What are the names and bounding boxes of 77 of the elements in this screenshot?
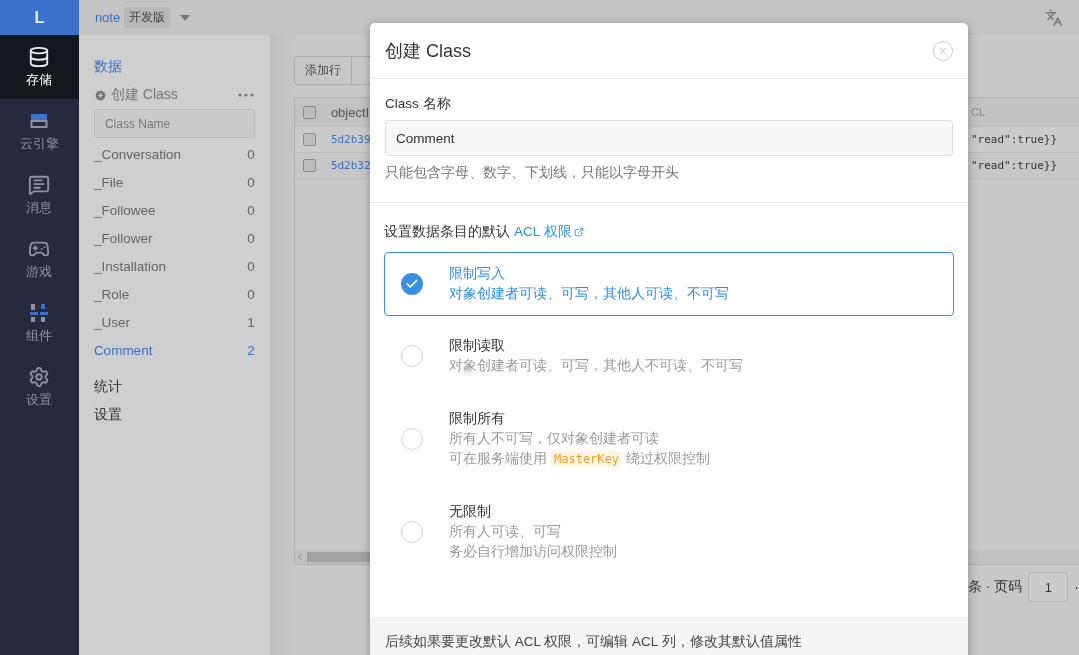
create-class-link[interactable]: 创建 Class (93, 86, 178, 104)
check-icon (405, 277, 419, 291)
nav-item[interactable]: 设置 (0, 355, 79, 419)
option-description: 对象创建者可读、可写，其他人不可读、不可写 (449, 357, 743, 375)
sidebar-link[interactable]: 统计 (93, 373, 255, 401)
caret-icon[interactable] (180, 14, 191, 21)
project-name[interactable]: note (94, 10, 121, 25)
class-count: 0 (247, 174, 255, 190)
class-count: 2 (247, 342, 255, 358)
acl-option[interactable]: 限制读取 对象创建者可读、可写，其他人不可读、不可写 (384, 324, 954, 388)
class-count: 1 (247, 314, 255, 330)
pager-label: 条 · 页码 (967, 578, 1023, 596)
app-logo: L (0, 0, 79, 35)
checkbox[interactable] (303, 133, 317, 146)
name-input[interactable]: Comment (385, 120, 953, 156)
radio[interactable] (401, 428, 423, 450)
class-name[interactable]: _Role (93, 286, 130, 302)
option-title: 限制写入 (449, 265, 506, 283)
option-description: 对象创建者可读、可写，其他人可读、不可写 (449, 285, 729, 303)
option-title: 限制所有 (449, 410, 506, 428)
dialog-title: 创建 Class (385, 39, 471, 63)
field-label: Class 名称 (385, 95, 452, 113)
acl-option[interactable]: 限制写入 对象创建者可读、可写，其他人可读、不可写 (384, 252, 954, 316)
acl-option[interactable]: 限制所有 所有人不可写，仅对象创建者可读 可在服务端使用 MasterKey 绕过权限控制 (384, 397, 954, 481)
class-name[interactable]: _Conversation (93, 146, 181, 162)
dialog-footer-note: 后续如果要更改默认 ACL 权限，可编辑 ACL 列，修改其默认值属性 (370, 617, 968, 655)
class-count: 0 (247, 286, 255, 302)
section-heading: 数据 (93, 57, 123, 76)
nav-item[interactable]: 组件 (0, 291, 79, 355)
nav-item[interactable]: 云引擎 (0, 99, 79, 163)
checkbox[interactable] (303, 159, 317, 172)
sidebar-link[interactable]: 设置 (93, 401, 255, 429)
radio[interactable] (401, 273, 423, 295)
option-description: 所有人可读、可写 (449, 523, 562, 541)
option-description: 所有人不可写，仅对象创建者可读 (449, 430, 660, 448)
class-name[interactable]: Comment (93, 342, 153, 358)
option-description: 可在服务端使用 MasterKey 绕过权限控制 (449, 450, 711, 469)
page-field[interactable]: 1 (1028, 572, 1069, 602)
close-button[interactable] (933, 40, 953, 61)
nav-item[interactable]: 消息 (0, 163, 79, 227)
pager-separator: · (1074, 579, 1079, 595)
field-hint: 只能包含字母、数字、下划线，只能以字母开头 (385, 164, 680, 182)
table-cell-text: "read":true}} (970, 159, 1059, 172)
radio[interactable] (401, 345, 423, 367)
add-row-button[interactable]: 添加行 (293, 56, 352, 85)
checkbox[interactable] (303, 105, 317, 119)
class-name[interactable]: _Follower (93, 230, 153, 246)
class-name[interactable]: _User (93, 314, 130, 330)
acl-label: 设置数据条目的默认 (384, 223, 510, 241)
class-count: 0 (247, 258, 255, 274)
plus-icon (93, 88, 107, 102)
class-count: 0 (247, 202, 255, 218)
radio[interactable] (401, 521, 423, 543)
external-link-icon (573, 227, 584, 237)
class-count: 0 (247, 146, 255, 162)
class-count: 0 (247, 230, 255, 246)
column-header: objectI (329, 104, 371, 120)
acl-link[interactable]: ACL 权限 (514, 223, 584, 241)
environment-badge: 开发版 (124, 7, 171, 28)
database-icon (28, 45, 51, 68)
class-name[interactable]: _Followee (93, 202, 156, 218)
option-title: 限制读取 (449, 337, 506, 355)
table-cell-text: "read":true}} (970, 133, 1059, 146)
option-description: 务必自行增加访问权限控制 (449, 543, 617, 561)
message-icon (28, 173, 51, 196)
option-title: 无限制 (449, 503, 492, 521)
class-filter-field[interactable]: Class Name (93, 109, 255, 138)
nav-item[interactable]: 游戏 (0, 227, 79, 291)
nav-item[interactable]: 存储 (0, 35, 79, 99)
class-name[interactable]: _Installation (93, 258, 166, 274)
acl-option[interactable]: 无限制 所有人可读、可写 务必自行增加访问权限控制 (384, 490, 954, 574)
more-icon[interactable] (236, 93, 255, 97)
settings-icon (28, 365, 51, 388)
translate-icon[interactable] (1045, 8, 1063, 27)
blocks-icon (28, 301, 51, 324)
class-name[interactable]: _File (93, 174, 124, 190)
column-header: CL (970, 106, 987, 118)
